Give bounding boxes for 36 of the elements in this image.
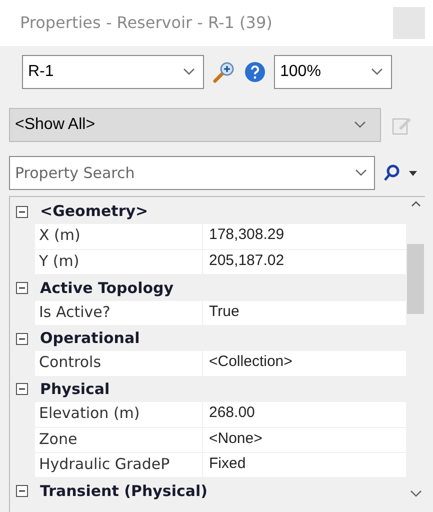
property-name: Zone [35, 428, 203, 452]
category-label: <Geometry> [40, 201, 148, 222]
zoom-magnifier-icon[interactable] [212, 60, 236, 84]
property-name: Hydraulic GradeP [35, 452, 203, 478]
category-label: Active Topology [40, 278, 174, 299]
collapse-icon[interactable] [16, 332, 28, 345]
collapse-icon[interactable] [16, 206, 28, 218]
zoom-dropdown[interactable]: 100% [274, 55, 392, 89]
category-label: Physical [40, 379, 110, 400]
property-value[interactable]: True [203, 300, 406, 325]
property-value[interactable]: 205,187.02 [203, 250, 406, 274]
category-label: Operational [40, 328, 140, 350]
property-name: X (m) [35, 224, 203, 249]
property-search-field[interactable]: Property Search [9, 156, 375, 190]
scroll-up-icon[interactable] [410, 201, 420, 207]
property-value[interactable]: Fixed [203, 452, 406, 478]
caret-icon[interactable] [409, 170, 417, 176]
property-name: Controls [35, 351, 203, 376]
help-icon[interactable] [244, 61, 266, 83]
window-title: Properties - Reservoir - R-1 (39) [20, 12, 272, 34]
property-value[interactable]: <Collection> [203, 351, 406, 376]
collapse-icon[interactable] [16, 282, 28, 294]
collapse-icon[interactable] [16, 484, 28, 497]
property-value[interactable]: <None> [203, 428, 406, 452]
property-value[interactable]: 268.00 [203, 402, 406, 427]
category-label: Transient (Physical) [40, 480, 208, 502]
scrollbar-thumb[interactable] [407, 244, 424, 314]
property-name: Elevation (m) [35, 402, 203, 427]
search-icon[interactable] [383, 164, 401, 182]
element-dropdown[interactable]: R-1 [22, 55, 204, 89]
property-name: Y (m) [35, 250, 203, 274]
property-name: Is Active? [35, 300, 203, 325]
filter-dropdown[interactable]: <Show All> [9, 108, 381, 142]
collapse-icon[interactable] [16, 383, 28, 396]
property-value[interactable]: 178,308.29 [203, 224, 406, 249]
scroll-down-icon [410, 490, 422, 498]
